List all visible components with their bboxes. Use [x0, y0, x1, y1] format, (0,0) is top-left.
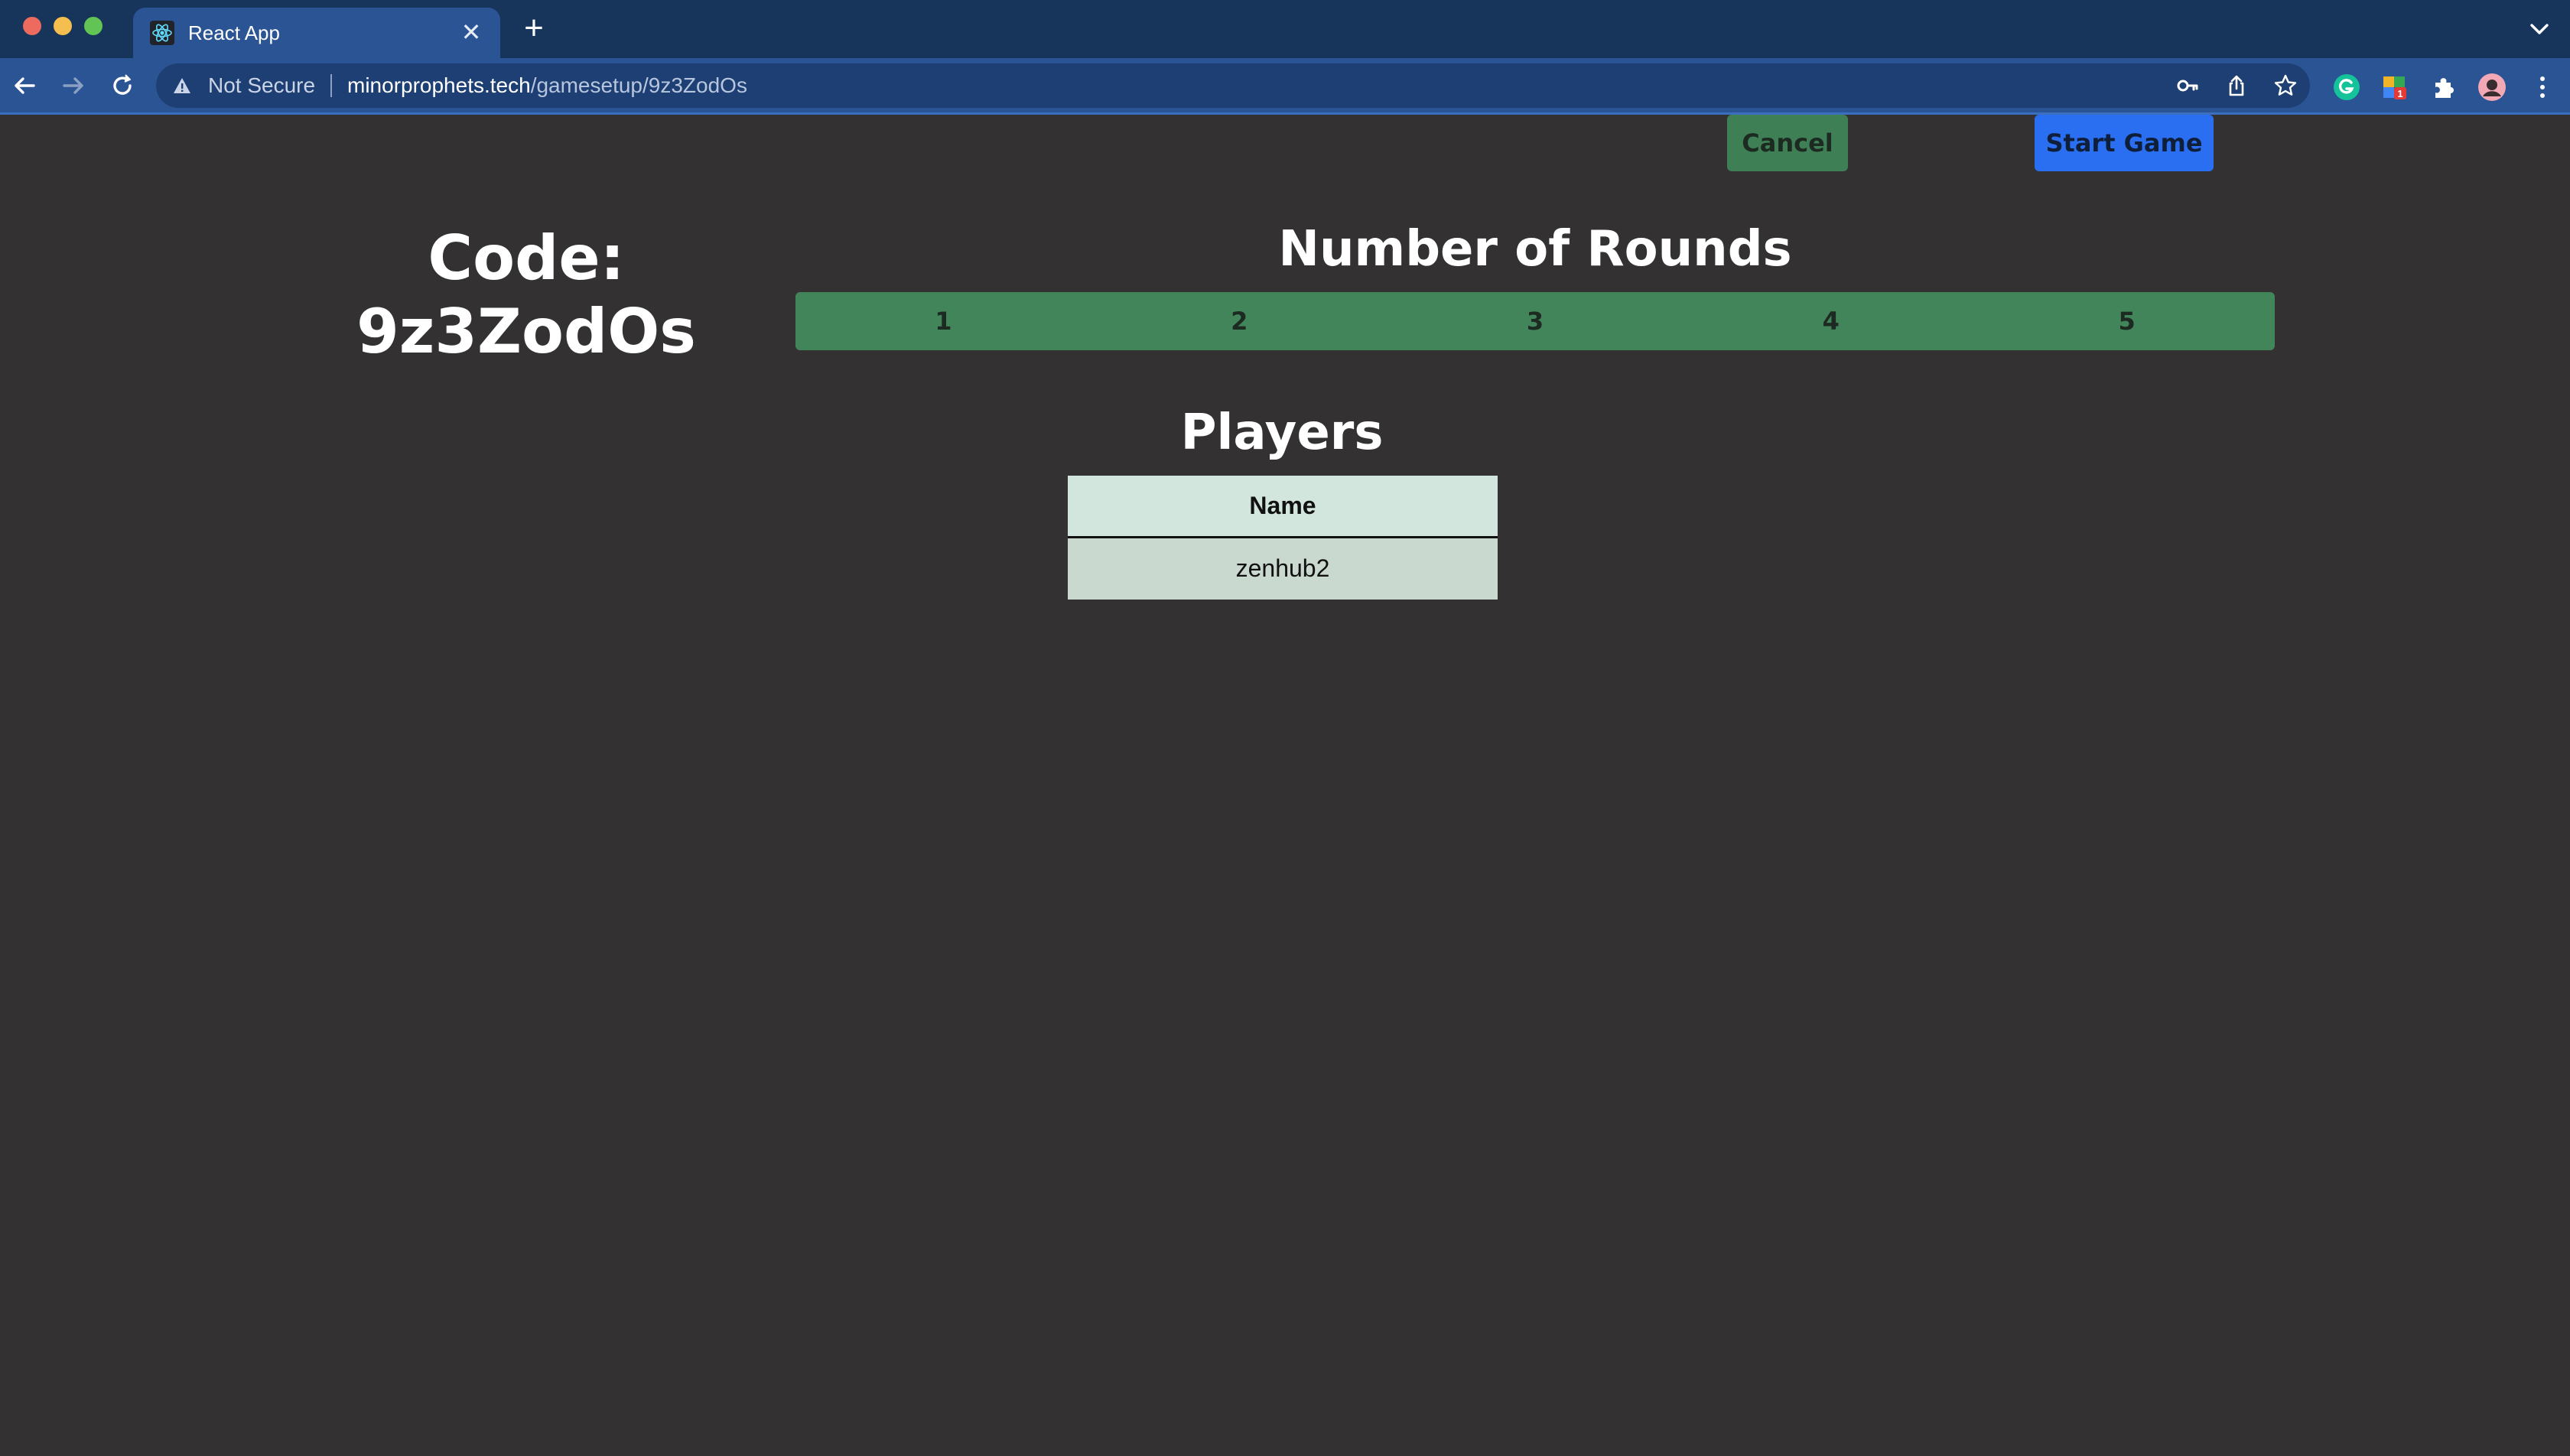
cancel-button[interactable]: Cancel [1727, 115, 1848, 171]
table-row: zenhub2 [1068, 537, 1498, 600]
bookmark-star-icon[interactable] [2273, 73, 2298, 98]
window-close-icon[interactable] [23, 17, 41, 35]
window-minimize-icon[interactable] [54, 17, 72, 35]
react-icon [150, 21, 174, 45]
name-column-header: Name [1068, 476, 1498, 538]
players-title: Players [1180, 405, 1384, 461]
address-bar[interactable]: Not Secure minorprophets.tech/gamesetup/… [156, 63, 2310, 108]
forward-arrow-icon[interactable] [58, 70, 89, 101]
rounds-title: Number of Rounds [1278, 221, 1792, 278]
round-option-4[interactable]: 4 [1683, 292, 1979, 350]
players-table: Name zenhub2 [1068, 476, 1498, 600]
tab-close-icon[interactable]: ✕ [456, 17, 486, 47]
key-icon[interactable] [2175, 73, 2200, 98]
url-host: minorprophets.tech [347, 73, 531, 97]
grammarly-icon[interactable] [2331, 72, 2362, 102]
game-code-label: Code: [428, 223, 625, 294]
window-maximize-icon[interactable] [84, 17, 102, 35]
browser-chrome: React App ✕ + Not Secure minorprophets.t… [0, 0, 2570, 115]
more-vertical-icon[interactable] [2527, 72, 2558, 102]
browser-tab-react-app[interactable]: React App ✕ [133, 8, 500, 58]
table-header-row: Name [1068, 476, 1498, 538]
game-code-value: 9z3ZodOs [356, 296, 696, 367]
rounds-selector: 1 2 3 4 5 [795, 292, 2275, 350]
tab-title: React App [188, 21, 280, 44]
new-tab-icon[interactable]: + [517, 11, 551, 46]
round-option-5[interactable]: 5 [1979, 292, 2275, 350]
game-code: Code: 9z3ZodOs [321, 222, 731, 369]
browser-toolbar: Not Secure minorprophets.tech/gamesetup/… [0, 58, 2570, 115]
round-option-3[interactable]: 3 [1387, 292, 1684, 350]
extensions-puzzle-icon[interactable] [2429, 72, 2460, 102]
round-option-2[interactable]: 2 [1091, 292, 1387, 350]
url-text[interactable]: minorprophets.tech/gamesetup/9z3ZodOs [347, 73, 747, 99]
extension-badge-count: 1 [2397, 88, 2402, 99]
round-option-1[interactable]: 1 [795, 292, 1091, 350]
player-name-cell: zenhub2 [1068, 537, 1498, 600]
game-setup-page: Cancel Start Game Code: 9z3ZodOs Number … [0, 115, 2570, 1456]
share-icon[interactable] [2224, 73, 2249, 98]
extension-badge-icon[interactable]: 1 [2380, 72, 2411, 102]
chevron-down-icon[interactable] [2526, 15, 2553, 43]
url-path: /gamesetup/9z3ZodOs [530, 73, 747, 97]
back-arrow-icon[interactable] [9, 70, 40, 101]
warning-triangle-icon[interactable] [171, 75, 193, 96]
tab-strip: React App ✕ + [0, 0, 2570, 58]
security-status[interactable]: Not Secure [208, 73, 315, 99]
address-divider [330, 74, 332, 97]
reload-icon[interactable] [107, 70, 138, 101]
start-game-button[interactable]: Start Game [2035, 115, 2214, 171]
profile-avatar-icon[interactable] [2477, 72, 2507, 102]
